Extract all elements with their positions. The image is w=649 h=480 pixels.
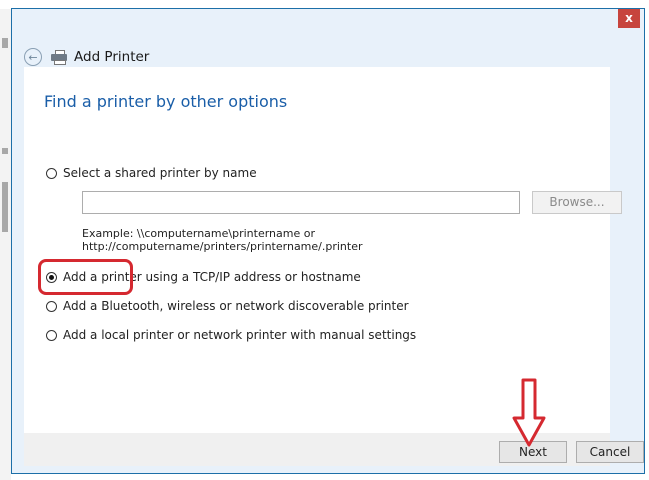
close-icon: x — [625, 11, 633, 25]
close-button[interactable]: x — [618, 9, 640, 28]
background-scroll-mark — [2, 182, 8, 232]
option-shared-printer-label[interactable]: Select a shared printer by name — [63, 166, 257, 180]
cancel-button[interactable]: Cancel — [576, 441, 644, 463]
shared-printer-name-input[interactable] — [82, 191, 520, 214]
option-local-printer[interactable]: Add a local printer or network printer w… — [46, 328, 416, 342]
background-scroll-mark — [2, 148, 8, 154]
radio-shared-printer[interactable] — [46, 167, 57, 179]
printer-icon — [51, 50, 67, 65]
option-shared-printer[interactable]: Select a shared printer by name — [46, 166, 257, 180]
background-scroll-mark — [2, 38, 8, 48]
option-local-printer-label[interactable]: Add a local printer or network printer w… — [63, 328, 416, 342]
dialog-header: ← Add Printer — [24, 45, 149, 69]
radio-bluetooth[interactable] — [46, 300, 57, 312]
example-text: Example: \\computername\printername or h… — [82, 227, 363, 253]
example-line-2: http://computername/printers/printername… — [82, 240, 363, 253]
example-line-1: Example: \\computername\printername or — [82, 227, 315, 240]
option-bluetooth-label[interactable]: Add a Bluetooth, wireless or network dis… — [63, 299, 409, 313]
down-arrow-annotation-icon — [512, 378, 546, 447]
radio-local-printer[interactable] — [46, 329, 57, 341]
page-heading: Find a printer by other options — [44, 92, 288, 111]
annotation-highlight-box — [38, 259, 133, 295]
option-bluetooth[interactable]: Add a Bluetooth, wireless or network dis… — [46, 299, 409, 313]
back-arrow-icon[interactable]: ← — [24, 48, 42, 66]
background-window-edge — [0, 0, 11, 480]
browse-button[interactable]: Browse... — [532, 191, 622, 214]
window-title: Add Printer — [74, 49, 150, 65]
